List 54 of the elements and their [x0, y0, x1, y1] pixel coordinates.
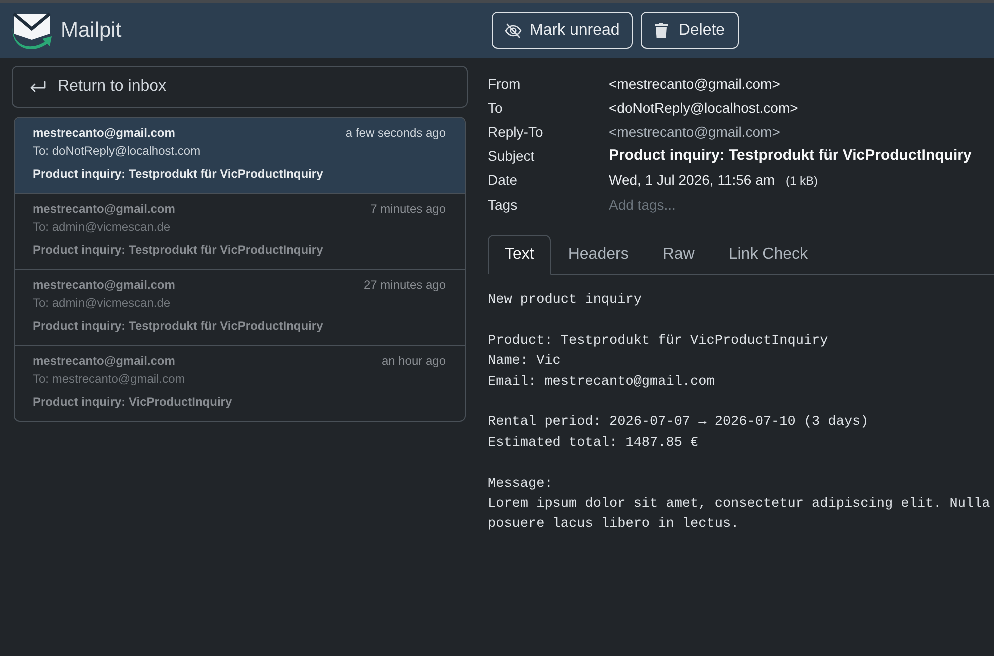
header-value: <mestrecanto@gmail.com> [609, 123, 782, 142]
body-text-line: Name: Vic [488, 353, 562, 372]
message-view-tab[interactable]: Link Check [712, 235, 825, 275]
recipient-text: To: admin@vicmescan.de [33, 219, 172, 236]
timestamp-text: 7 minutes ago [370, 201, 446, 218]
message-list-item[interactable]: mestrecanto@gmail.com 27 minutes ago To: admin@vicmescan.de Product inquiry: Testprodukt für VicProductInquiry [15, 269, 465, 345]
sender-text: mestrecanto@gmail.com [33, 125, 176, 142]
header-label: From [488, 75, 522, 94]
subject-text: Product inquiry: Testprodukt für VicProductInquiry [33, 242, 324, 259]
size-text: (1 kB) [786, 174, 818, 188]
recipient-text: To: doNotReply@localhost.com [33, 143, 202, 160]
recipient-text: To: admin@vicmescan.de [33, 295, 172, 312]
header-label: Tags [488, 196, 519, 215]
sender-text: mestrecanto@gmail.com [33, 353, 176, 370]
header-label: Date [488, 171, 519, 190]
message-list-item[interactable]: mestrecanto@gmail.com 7 minutes ago To: admin@vicmescan.de Product inquiry: Testprodukt für VicProductInquiry [15, 193, 465, 269]
header-value: <doNotReply@localhost.com> [609, 99, 800, 118]
tags-input-field[interactable]: Add tags... [609, 193, 829, 217]
eye-slash-icon [505, 22, 522, 38]
subject-text: Product inquiry: Testprodukt für VicProductInquiry [33, 166, 324, 183]
message-view-tab[interactable]: Headers [551, 235, 646, 275]
body-text-line: Rental period: 2026-07-07 → 2026-07-10 (3 days) [488, 414, 870, 432]
recipient-text: To: mestrecanto@gmail.com [33, 371, 186, 388]
header-label: Subject [488, 147, 536, 166]
message-view-tab[interactable]: Text [488, 235, 552, 275]
subject-text: Product inquiry: VicProductInquiry [33, 394, 234, 411]
subject-text: Product inquiry: Testprodukt für VicProductInquiry [33, 318, 324, 335]
return-to-inbox-button[interactable]: Return to inbox [12, 66, 468, 108]
envelope-logo-icon [12, 12, 53, 50]
body-text-line: Product: Testprodukt für VicProductInquiry [488, 332, 830, 351]
timestamp-text: an hour ago [382, 353, 446, 370]
header-label: Reply-To [488, 123, 544, 142]
body-text-line: Estimated total: 1487.85 € [488, 434, 700, 453]
body-text-line: New product inquiry [488, 292, 643, 310]
message-list-item[interactable]: mestrecanto@gmail.com a few seconds ago To: doNotReply@localhost.com Product inquiry: Testprodukt für VicProductInquiry [15, 118, 465, 193]
app-title: Mailpit [61, 18, 122, 42]
return-arrow-icon [30, 81, 46, 93]
body-text-line: Lorem ipsum dolor sit amet, consectetur adipiscing elit. Nulla [488, 496, 992, 514]
mark-unread-button[interactable]: Mark unread [492, 12, 633, 49]
sender-text: mestrecanto@gmail.com [33, 277, 176, 294]
trash-icon [654, 23, 668, 38]
message-list-item[interactable]: mestrecanto@gmail.com an hour ago To: mestrecanto@gmail.com Product inquiry: VicProductInquiry [15, 345, 465, 421]
message-view-tab[interactable]: Raw [646, 235, 712, 275]
timestamp-text: 27 minutes ago [364, 277, 446, 294]
timestamp-text: a few seconds ago [346, 125, 446, 142]
subject-value: Product inquiry: Testprodukt für VicProductInquiry [609, 146, 973, 166]
sender-text: mestrecanto@gmail.com [33, 201, 176, 218]
delete-button[interactable]: Delete [640, 12, 740, 49]
body-text-line: posuere lacus libero in lectus. [488, 516, 740, 534]
header-label: To [488, 99, 504, 118]
header-value: <mestrecanto@gmail.com> [609, 75, 782, 94]
body-text-line: Message: [488, 476, 554, 494]
date-value: Wed, 1 Jul 2026, 11:56 am [609, 172, 776, 188]
body-text-line: Email: mestrecanto@gmail.com [488, 374, 716, 392]
